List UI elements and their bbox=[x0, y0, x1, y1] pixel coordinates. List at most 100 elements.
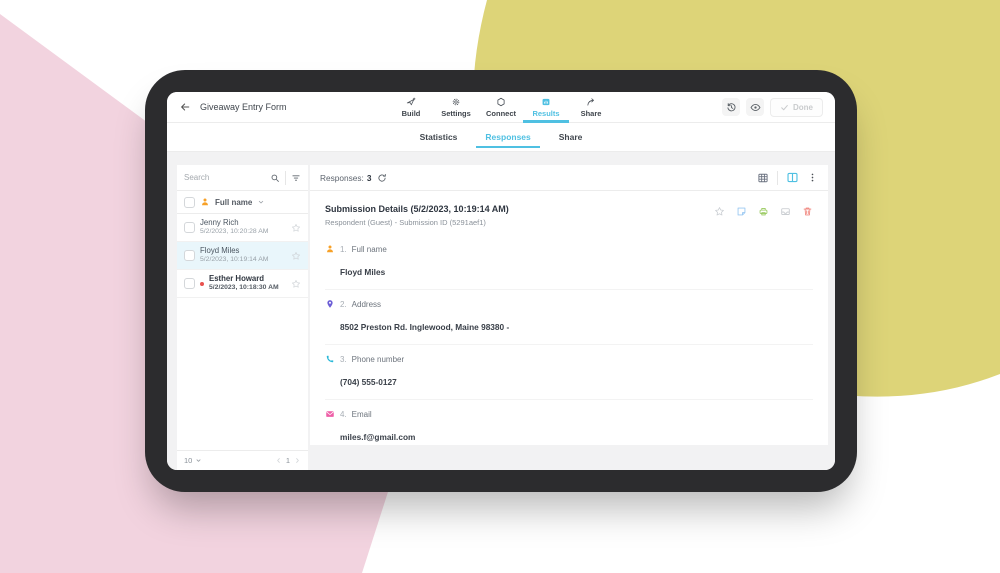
respondent-name: Esther Howard bbox=[209, 274, 286, 284]
field-label: Phone number bbox=[352, 355, 404, 364]
submission-subtitle: Respondent (Guest) - Submission ID (5291… bbox=[325, 218, 509, 227]
subtab-share[interactable]: Share bbox=[550, 123, 592, 151]
divider bbox=[777, 171, 778, 185]
subtab-label: Statistics bbox=[420, 132, 458, 142]
respondent-name: Jenny Rich bbox=[200, 218, 286, 228]
more-options-icon[interactable] bbox=[807, 172, 818, 183]
tab-label: Connect bbox=[486, 109, 516, 118]
results-icon bbox=[541, 97, 551, 107]
field-number: 3. bbox=[340, 355, 347, 364]
list-footer: 10 1 bbox=[177, 450, 308, 470]
history-icon bbox=[726, 102, 737, 113]
tab-build[interactable]: Build bbox=[393, 92, 429, 123]
subtab-responses[interactable]: Responses bbox=[476, 123, 539, 151]
responses-label: Responses: bbox=[320, 173, 364, 183]
submission-header: Submission Details (5/2/2023, 10:19:14 A… bbox=[310, 191, 828, 233]
field-head: 1. Full name bbox=[325, 244, 813, 254]
search-row bbox=[177, 165, 308, 191]
chevron-right-icon[interactable] bbox=[294, 457, 301, 464]
responses-header: Responses: 3 bbox=[310, 165, 828, 191]
refresh-icon[interactable] bbox=[377, 173, 387, 183]
respondent-name: Floyd Miles bbox=[200, 246, 286, 256]
star-icon[interactable] bbox=[291, 251, 301, 261]
check-icon bbox=[780, 103, 789, 112]
back-arrow-icon[interactable] bbox=[179, 101, 191, 113]
chevron-down-icon bbox=[257, 198, 265, 206]
build-icon bbox=[406, 97, 416, 107]
subtab-statistics[interactable]: Statistics bbox=[411, 123, 467, 151]
submission-row[interactable]: Jenny Rich 5/2/2023, 10:20:28 AM bbox=[177, 214, 308, 242]
unread-dot bbox=[200, 282, 204, 286]
inbox-icon[interactable] bbox=[780, 206, 791, 217]
app-screen: Giveaway Entry Form Build Settings bbox=[167, 92, 835, 470]
search-input[interactable] bbox=[184, 173, 265, 182]
field-address: 2. Address 8502 Preston Rd. Inglewood, M… bbox=[325, 290, 813, 345]
results-subtabs: Statistics Responses Share bbox=[167, 123, 835, 152]
submission-timestamp: 5/2/2023, 10:18:30 AM bbox=[209, 284, 286, 292]
tab-settings[interactable]: Settings bbox=[438, 92, 474, 123]
tab-connect[interactable]: Connect bbox=[483, 92, 519, 123]
submission-rows: Jenny Rich 5/2/2023, 10:20:28 AM Floyd M… bbox=[177, 214, 308, 298]
field-full-name: 1. Full name Floyd Miles bbox=[325, 235, 813, 290]
row-text: Jenny Rich 5/2/2023, 10:20:28 AM bbox=[200, 218, 286, 236]
select-all-checkbox[interactable] bbox=[184, 197, 195, 208]
list-header-row: Full name bbox=[177, 191, 308, 214]
tablet-frame: Giveaway Entry Form Build Settings bbox=[145, 70, 857, 492]
submission-actions bbox=[714, 204, 813, 217]
submission-detail-panel: Responses: 3 bbox=[310, 165, 828, 445]
revision-history-button[interactable] bbox=[722, 98, 740, 116]
eye-icon bbox=[750, 102, 761, 113]
filter-icon[interactable] bbox=[291, 173, 301, 183]
star-icon[interactable] bbox=[714, 206, 725, 217]
chevron-left-icon[interactable] bbox=[275, 457, 282, 464]
tab-share[interactable]: Share bbox=[573, 92, 609, 123]
column-view-icon[interactable] bbox=[786, 171, 799, 184]
submission-titles: Submission Details (5/2/2023, 10:19:14 A… bbox=[325, 204, 509, 227]
chevron-down-icon bbox=[195, 457, 202, 464]
field-number: 1. bbox=[340, 245, 347, 254]
page-size-value: 10 bbox=[184, 456, 192, 465]
connect-icon bbox=[496, 97, 506, 107]
submission-row-selected[interactable]: Floyd Miles 5/2/2023, 10:19:14 AM bbox=[177, 242, 308, 270]
submission-timestamp: 5/2/2023, 10:20:28 AM bbox=[200, 228, 286, 236]
submissions-list-panel: Full name Jenny Rich 5/2/2023, 10:20:28 … bbox=[177, 165, 308, 470]
page-size-select[interactable]: 10 bbox=[184, 456, 202, 465]
search-icon bbox=[270, 173, 280, 183]
field-label: Full name bbox=[352, 245, 387, 254]
tab-label: Build bbox=[402, 109, 421, 118]
row-checkbox[interactable] bbox=[184, 222, 195, 233]
responses-content: Full name Jenny Rich 5/2/2023, 10:20:28 … bbox=[167, 152, 835, 470]
field-number: 4. bbox=[340, 410, 347, 419]
field-label: Address bbox=[352, 300, 381, 309]
phone-icon bbox=[325, 354, 335, 364]
subtab-label: Share bbox=[559, 132, 583, 142]
tab-label: Results bbox=[532, 109, 559, 118]
row-text: Esther Howard 5/2/2023, 10:18:30 AM bbox=[209, 274, 286, 292]
done-button[interactable]: Done bbox=[770, 98, 823, 117]
print-icon[interactable] bbox=[758, 206, 769, 217]
subtab-label: Responses bbox=[485, 132, 530, 142]
field-head: 3. Phone number bbox=[325, 354, 813, 364]
user-icon bbox=[325, 244, 335, 254]
tab-results[interactable]: Results bbox=[528, 92, 564, 123]
field-value: 8502 Preston Rd. Inglewood, Maine 98380 … bbox=[340, 322, 813, 332]
share-icon bbox=[586, 97, 596, 107]
field-phone: 3. Phone number (704) 555-0127 bbox=[325, 345, 813, 400]
table-view-icon[interactable] bbox=[757, 172, 769, 184]
field-value: miles.f@gmail.com bbox=[340, 432, 813, 442]
star-icon[interactable] bbox=[291, 279, 301, 289]
trash-icon[interactable] bbox=[802, 206, 813, 217]
field-head: 2. Address bbox=[325, 299, 813, 309]
preview-button[interactable] bbox=[746, 98, 764, 116]
star-icon[interactable] bbox=[291, 223, 301, 233]
row-checkbox[interactable] bbox=[184, 250, 195, 261]
divider bbox=[285, 171, 286, 185]
responses-count: 3 bbox=[367, 173, 372, 183]
location-pin-icon bbox=[325, 299, 335, 309]
column-header-full-name[interactable]: Full name bbox=[215, 198, 252, 207]
note-icon[interactable] bbox=[736, 206, 747, 217]
row-checkbox[interactable] bbox=[184, 278, 195, 289]
form-title: Giveaway Entry Form bbox=[200, 102, 287, 112]
view-switcher bbox=[757, 171, 818, 185]
submission-row-unread[interactable]: Esther Howard 5/2/2023, 10:18:30 AM bbox=[177, 270, 308, 298]
